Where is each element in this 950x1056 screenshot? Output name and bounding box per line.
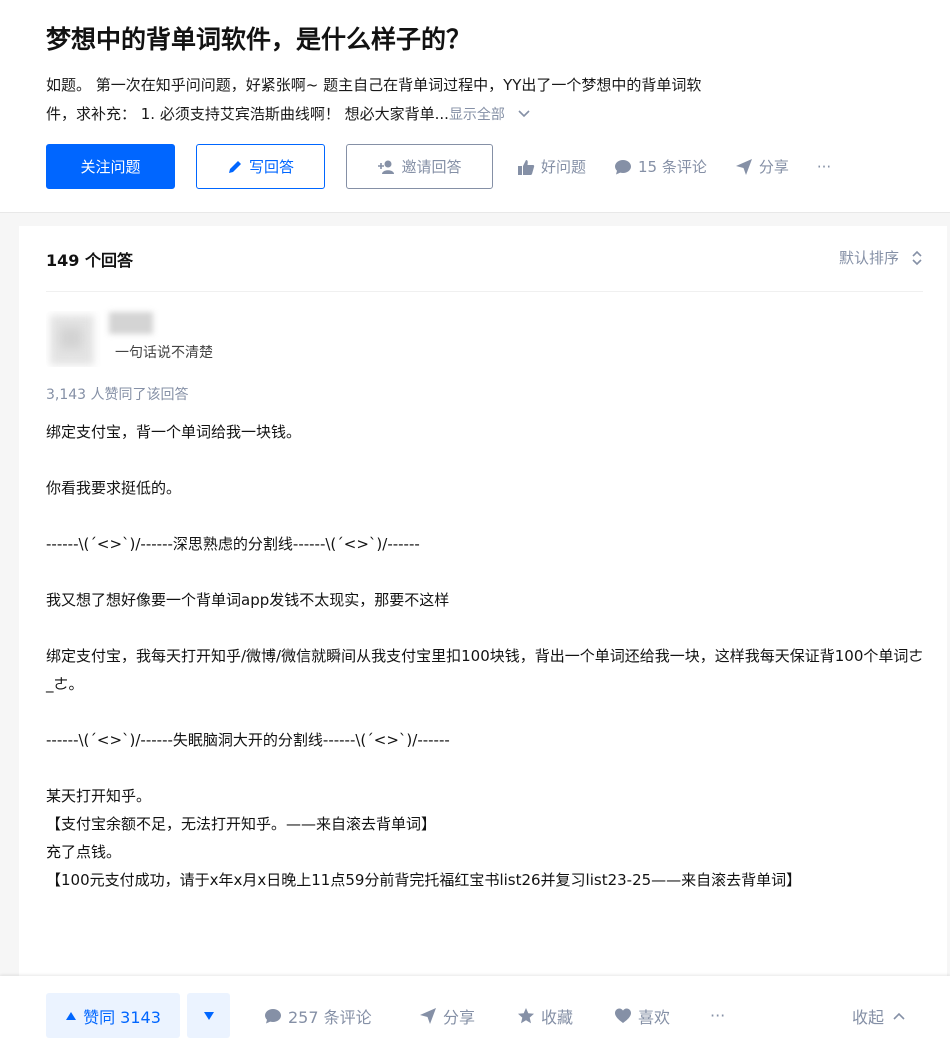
answer-paragraph: ------\(ˊ<>ˋ)/------深思熟虑的分割线------\(ˊ<>ˋ…	[46, 535, 420, 553]
paper-plane-icon	[735, 158, 752, 175]
more-actions-button[interactable]: ···	[817, 158, 831, 176]
answer-paragraph: 某天打开知乎。	[46, 787, 152, 805]
invite-answer-button[interactable]: 邀请回答	[346, 144, 493, 189]
question-description: 如题。 第一次在知乎问问题，好紧张啊~ 题主自己在背单词过程中，YY出了一个梦想…	[46, 71, 926, 130]
show-all-label: 显示全部	[448, 107, 505, 123]
write-answer-button[interactable]: 写回答	[196, 144, 325, 189]
answer-paragraph: 绑定支付宝，背一个单词给我一块钱。	[46, 423, 302, 441]
answer-action-bar: 赞同 3143 257 条评论 分享 收藏 喜欢 ··· 收起	[0, 976, 950, 1056]
question-title[interactable]: 梦想中的背单词软件，是什么样子的？	[46, 22, 471, 58]
answer-paragraph: 我又想了想好像要一个背单词app发钱不太现实，那要不这样	[46, 591, 450, 609]
sort-label: 默认排序	[838, 249, 899, 267]
pencil-icon	[228, 160, 241, 173]
sort-toggle-icon	[912, 250, 922, 265]
author-name[interactable]	[109, 312, 153, 334]
comment-icon	[265, 1008, 281, 1023]
collect-label: 收藏	[541, 1007, 574, 1027]
answer-content: 绑定支付宝，背一个单词给我一块钱。 你看我要求挺低的。 ------\(ˊ<>ˋ…	[46, 418, 926, 894]
upvote-label: 赞同 3143	[83, 1007, 161, 1027]
show-all-link[interactable]: 显示全部	[449, 107, 531, 123]
question-comments-label: 15 条评论	[638, 158, 707, 176]
collapse-label: 收起	[852, 1007, 885, 1027]
sort-dropdown[interactable]: 默认排序	[839, 247, 923, 268]
write-answer-label: 写回答	[248, 158, 294, 176]
author-headline: 一句话说不清楚	[115, 345, 213, 361]
triangle-down-icon	[203, 1011, 214, 1020]
question-description-line: 如题。 第一次在知乎问问题，好紧张啊~ 题主自己在背单词过程中，YY出了一个梦想…	[46, 76, 702, 94]
answer-paragraph: ------\(ˊ<>ˋ)/------失眠脑洞大开的分割线------\(ˊ<…	[46, 731, 450, 749]
answer-comments-button[interactable]: 257 条评论	[264, 993, 372, 1038]
question-description-line: 件，求补充： 1. 必须支持艾宾浩斯曲线啊！ 想必大家背单...显示全部	[46, 100, 926, 130]
answer-count: 149 个回答	[46, 251, 133, 270]
heart-icon	[615, 1008, 631, 1023]
like-button[interactable]: 喜欢	[614, 993, 670, 1038]
chevron-down-icon	[518, 110, 530, 118]
paper-plane-icon	[420, 1007, 436, 1024]
answers-list-header: 149 个回答 默认排序	[46, 226, 923, 292]
avatar[interactable]	[46, 311, 102, 367]
add-user-icon	[378, 160, 395, 174]
answer-paragraph: 【100元支付成功，请于x年x月x日晚上11点59分前背完托福红宝书list26…	[46, 871, 802, 889]
voters-count[interactable]: 3,143 人赞同了该回答	[46, 384, 189, 404]
good-question-button[interactable]: 好问题	[517, 156, 586, 177]
question-description-text: 件，求补充： 1. 必须支持艾宾浩斯曲线啊！ 想必大家背单...	[46, 105, 449, 123]
answer-paragraph	[46, 754, 926, 782]
answer-paragraph: 充了点钱。	[46, 843, 122, 861]
question-actions: 关注问题 写回答 邀请回答 好问题 15 条评论 分享 ···	[46, 144, 831, 189]
good-question-label: 好问题	[541, 158, 587, 176]
answer-paragraph	[46, 446, 926, 474]
answer-paragraph: 你看我要求挺低的。	[46, 479, 182, 497]
like-label: 喜欢	[638, 1007, 671, 1027]
question-comments-button[interactable]: 15 条评论	[614, 156, 707, 177]
chevron-up-icon	[893, 1012, 905, 1020]
more-answer-actions-button[interactable]: ···	[710, 993, 725, 1038]
answer-paragraph	[46, 698, 926, 726]
collect-button[interactable]: 收藏	[517, 993, 573, 1038]
downvote-button[interactable]	[187, 993, 230, 1038]
answer-paragraph: 绑定支付宝，我每天打开知乎/微博/微信就瞬间从我支付宝里扣100块钱，背出一个单…	[46, 647, 924, 693]
share-question-label: 分享	[758, 158, 789, 176]
answer-paragraph: 【支付宝余额不足，无法打开知乎。——来自滚去背单词】	[46, 815, 437, 833]
upvote-button[interactable]: 赞同 3143	[46, 993, 180, 1038]
share-question-button[interactable]: 分享	[735, 156, 789, 177]
share-answer-label: 分享	[443, 1007, 476, 1027]
invite-answer-label: 邀请回答	[401, 158, 462, 176]
answer-paragraph	[46, 502, 926, 530]
answer-paragraph	[46, 614, 926, 642]
answer-comments-label: 257 条评论	[288, 1007, 372, 1027]
star-icon	[518, 1007, 534, 1023]
answer-card: 149 个回答 默认排序 一句话说不清楚 3,143 人赞同了该回答 绑定支付宝…	[19, 226, 947, 1056]
answer-paragraph	[46, 558, 926, 586]
triangle-up-icon	[66, 1011, 77, 1020]
thumbs-up-icon	[518, 159, 535, 175]
comment-icon	[615, 159, 632, 174]
share-answer-button[interactable]: 分享	[419, 993, 475, 1038]
follow-question-button[interactable]: 关注问题	[46, 144, 175, 189]
question-header: 梦想中的背单词软件，是什么样子的？ 如题。 第一次在知乎问问题，好紧张啊~ 题主…	[0, 0, 950, 213]
collapse-answer-button[interactable]: 收起	[852, 993, 906, 1038]
